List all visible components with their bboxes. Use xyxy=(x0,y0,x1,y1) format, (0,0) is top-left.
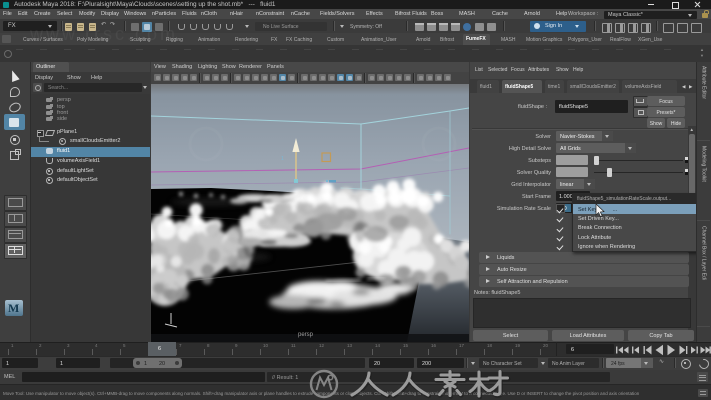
svg-text:1: 1 xyxy=(281,156,284,162)
svg-text:persp: persp xyxy=(298,332,314,338)
